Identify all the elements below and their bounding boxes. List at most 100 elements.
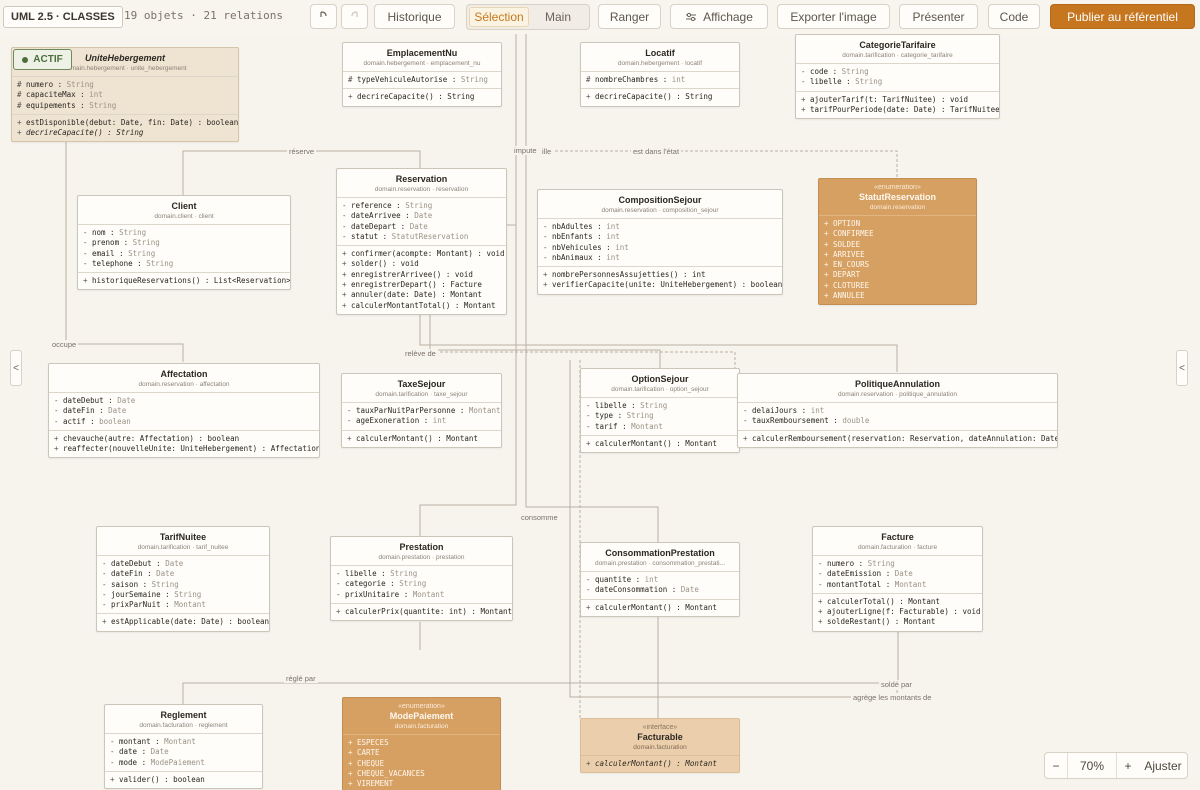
attribute-row[interactable]: # typeVehiculeAutorise : String — [348, 75, 496, 85]
class-box-mode[interactable]: «enumeration» ModePaiement domain.facturat… — [342, 697, 501, 790]
attribute-row[interactable]: - montant : Montant — [110, 737, 257, 747]
operation-row[interactable]: + ajouterTarif(t: TarifNuitee) : void — [801, 95, 994, 105]
arrange-button[interactable]: Ranger — [598, 4, 661, 29]
attribute-row[interactable]: - montantTotal : Montant — [818, 580, 977, 590]
attribute-row[interactable]: - dateDepart : Date — [342, 222, 501, 232]
class-box-affectation[interactable]: Affectation domain.reservation · affectat… — [48, 363, 320, 459]
class-box-tarif[interactable]: TarifNuitee domain.tarification · tarif_n… — [96, 526, 270, 632]
attribute-row[interactable]: - dateFin : Date — [102, 569, 264, 579]
class-box-reglement[interactable]: Reglement domain.facturation · reglement -… — [104, 704, 263, 790]
class-box-politique[interactable]: PolitiqueAnnulation domain.reservation · … — [737, 373, 1058, 448]
operation-row[interactable]: + calculerMontant() : Montant — [586, 759, 734, 769]
publish-button[interactable]: Publier au référentiel — [1050, 4, 1195, 29]
attribute-row[interactable]: # equipements : String — [17, 101, 233, 111]
operation-row[interactable]: + soldeRestant() : Montant — [818, 617, 977, 627]
zoom-in-button[interactable]: + — [1117, 759, 1139, 773]
attribute-row[interactable]: # numero : String — [17, 80, 233, 90]
operation-row[interactable]: + confirmer(acompte: Montant) : void — [342, 249, 505, 259]
attribute-row[interactable]: - statut : StatutReservation — [342, 232, 501, 242]
operation-row[interactable]: + enregistrerArrivee() : void — [342, 270, 501, 280]
attribute-row[interactable]: - code : String — [801, 67, 994, 77]
operation-row[interactable]: + chevauche(autre: Affectation) : boolean — [54, 434, 314, 444]
attribute-row[interactable]: - nbEnfants : int — [543, 232, 777, 242]
redo-button[interactable] — [341, 4, 368, 29]
operation-row[interactable]: + calculerMontant() : Montant — [347, 434, 496, 444]
selection-tool-button[interactable]: Sélection — [469, 7, 529, 27]
attribute-row[interactable]: - date : Date — [110, 747, 257, 757]
display-button[interactable]: Affichage — [670, 4, 768, 29]
class-box-categorie[interactable]: CategorieTarifaire domain.tarification · … — [795, 34, 1000, 120]
undo-button[interactable] — [310, 4, 337, 29]
attribute-row[interactable]: - tarif : Montant — [586, 422, 734, 432]
attribute-row[interactable]: - libelle : String — [336, 569, 507, 579]
attribute-row[interactable]: - dateConsommation : Date — [586, 585, 734, 595]
attribute-row[interactable]: - actif : boolean — [54, 417, 314, 427]
operation-row[interactable]: + estDisponible(debut: Date, fin: Date) :… — [17, 118, 238, 128]
attribute-row[interactable]: - numero : String — [818, 559, 977, 569]
operation-row[interactable]: + annuler(date: Date) : Montant — [342, 290, 501, 300]
attribute-row[interactable]: - email : String — [83, 249, 285, 259]
operation-row[interactable]: + solder() : void — [342, 259, 501, 269]
class-box-reservation[interactable]: Reservation domain.reservation · reservat… — [336, 168, 507, 315]
operation-row[interactable]: + historiqueReservations() : List<Reserva… — [83, 276, 290, 286]
class-box-emplacement[interactable]: EmplacementNu domain.hebergement · emplac… — [342, 42, 502, 107]
operation-row[interactable]: + decrireCapacite() : String — [17, 128, 233, 138]
class-box-prestation[interactable]: Prestation domain.prestation · prestation… — [330, 536, 513, 622]
attribute-row[interactable]: - prixUnitaire : Montant — [336, 590, 507, 600]
operation-row[interactable]: + calculerMontant() : Montant — [586, 439, 734, 449]
zoom-out-button[interactable]: − — [1045, 759, 1067, 773]
class-box-statut[interactable]: «enumeration» StatutReservation domain.res… — [818, 178, 977, 306]
attribute-row[interactable]: # nombreChambres : int — [586, 75, 734, 85]
class-box-composition[interactable]: CompositionSejour domain.reservation · co… — [537, 189, 783, 295]
code-button[interactable]: Code — [988, 4, 1040, 29]
attribute-row[interactable]: - delaiJours : int — [743, 406, 1052, 416]
attribute-row[interactable]: - dateDebut : Date — [102, 559, 264, 569]
operation-row[interactable]: + reaffecter(nouvelleUnite: UniteHebergem… — [54, 444, 319, 454]
operation-row[interactable]: + nombrePersonnesAssujetties() : int — [543, 270, 777, 280]
attribute-row[interactable]: - nom : String — [83, 228, 285, 238]
operation-row[interactable]: + valider() : boolean — [110, 775, 257, 785]
attribute-row[interactable]: - nbVehicules : int — [543, 243, 777, 253]
attribute-row[interactable]: - mode : ModePaiement — [110, 758, 257, 768]
operation-row[interactable]: + calculerMontant() : Montant — [586, 603, 734, 613]
operation-row[interactable]: + calculerPrix(quantite: int) : Montant — [336, 607, 512, 617]
attribute-row[interactable]: - dateDebut : Date — [54, 396, 314, 406]
operation-row[interactable]: + estApplicable(date: Date) : boolean — [102, 617, 269, 627]
left-panel-toggle[interactable]: < — [10, 350, 22, 386]
attribute-row[interactable]: - categorie : String — [336, 579, 507, 589]
class-box-taxe[interactable]: TaxeSejour domain.tarification · taxe_sej… — [341, 373, 502, 448]
class-box-option[interactable]: OptionSejour domain.tarification · option… — [580, 368, 740, 454]
present-button[interactable]: Présenter — [899, 4, 978, 29]
attribute-row[interactable]: - prenom : String — [83, 238, 285, 248]
zoom-fit-button[interactable]: Ajuster — [1139, 759, 1187, 773]
hand-tool-button[interactable]: Main — [529, 7, 587, 27]
class-box-facture[interactable]: Facture domain.facturation · facture - nume… — [812, 526, 983, 632]
operation-row[interactable]: + calculerRemboursement(reservation: Rese… — [743, 434, 1057, 444]
attribute-row[interactable]: - quantite : int — [586, 575, 734, 585]
operation-row[interactable]: + decrireCapacite() : String — [348, 92, 496, 102]
attribute-row[interactable]: - ageExoneration : int — [347, 416, 496, 426]
class-box-consommation[interactable]: ConsommationPrestation domain.prestation … — [580, 542, 740, 617]
attribute-row[interactable]: - prixParNuit : Montant — [102, 600, 264, 610]
attribute-row[interactable]: - libelle : String — [586, 401, 734, 411]
diagram-canvas[interactable]: réserve impute ille est dans l'état occu… — [0, 0, 1200, 790]
attribute-row[interactable]: - jourSemaine : String — [102, 590, 264, 600]
operation-row[interactable]: + verifierCapacite(unite: UniteHebergemen… — [543, 280, 782, 290]
attribute-row[interactable]: - type : String — [586, 411, 734, 421]
attribute-row[interactable]: - saison : String — [102, 580, 264, 590]
operation-row[interactable]: + ajouterLigne(f: Facturable) : void — [818, 607, 981, 617]
attribute-row[interactable]: - telephone : String — [83, 259, 285, 269]
attribute-row[interactable]: # capaciteMax : int — [17, 90, 233, 100]
attribute-row[interactable]: - tauxParNuitParPersonne : Montant — [347, 406, 501, 416]
attribute-row[interactable]: - tauxRemboursement : double — [743, 416, 1052, 426]
right-panel-toggle[interactable]: < — [1176, 350, 1188, 386]
class-box-facturable[interactable]: «interface» Facturable domain.facturation +… — [580, 718, 740, 774]
history-button[interactable]: Historique — [374, 4, 455, 29]
attribute-row[interactable]: - dateArrivee : Date — [342, 211, 501, 221]
attribute-row[interactable]: - dateFin : Date — [54, 406, 314, 416]
class-box-locatif[interactable]: Locatif domain.hebergement · locatif # nomb… — [580, 42, 740, 107]
operation-row[interactable]: + calculerMontantTotal() : Montant — [342, 301, 501, 311]
operation-row[interactable]: + calculerTotal() : Montant — [818, 597, 977, 607]
attribute-row[interactable]: - reference : String — [342, 201, 501, 211]
export-image-button[interactable]: Exporter l'image — [777, 4, 890, 29]
